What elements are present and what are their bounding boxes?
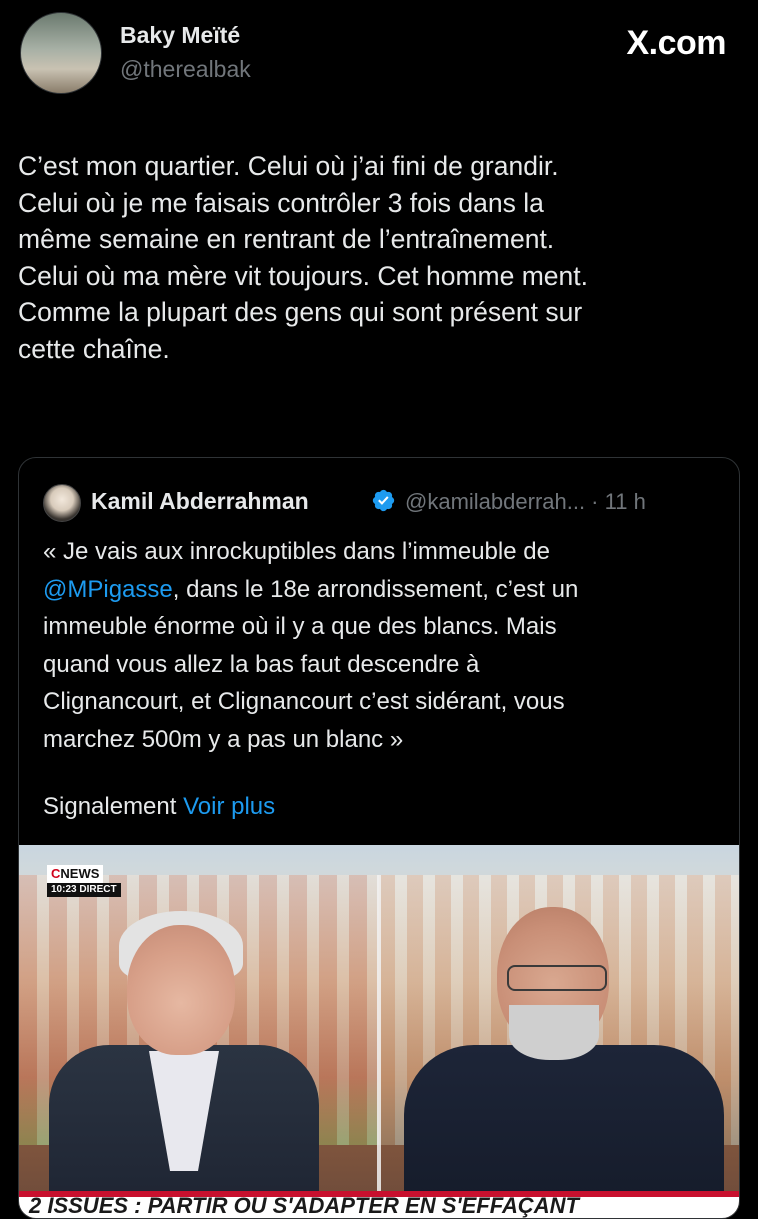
quoted-tweet-text: « Je vais aux inrockuptibles dans l’imme… bbox=[43, 533, 723, 758]
quote-line: « Je vais aux inrockuptibles dans l’imme… bbox=[43, 538, 550, 565]
tweet-line: C’est mon quartier. Celui où j’ai fini d… bbox=[18, 151, 559, 181]
author-avatar[interactable] bbox=[20, 12, 102, 94]
person-right-beard bbox=[509, 1005, 599, 1060]
tweet-line: cette chaîne. bbox=[18, 333, 170, 364]
tweet-line: Celui où je me faisais contrôler 3 fois … bbox=[18, 187, 544, 218]
split-divider bbox=[377, 875, 381, 1218]
video-thumbnail[interactable]: CNEWS 10:23 DIRECT 2 ISSUES : PARTIR OU … bbox=[19, 845, 739, 1218]
quote-line: Clignancourt, et Clignancourt c’est sidé… bbox=[43, 688, 565, 715]
verified-badge-icon bbox=[372, 489, 395, 512]
quoted-author-name[interactable]: Kamil Abderrahman bbox=[91, 488, 309, 515]
mention-suffix: , bbox=[172, 575, 187, 603]
x-logo: X.com bbox=[626, 24, 726, 62]
cnews-logo-text: NEWS bbox=[60, 866, 100, 881]
quote-line: quand vous allez la bas faut descendre à bbox=[43, 650, 480, 678]
tweet-line: Celui où ma mère vit toujours. Cet homme… bbox=[18, 260, 588, 291]
cnews-logo: CNEWS bbox=[47, 865, 104, 883]
quote-line: marchez 500m y a pas un blanc » bbox=[43, 725, 404, 753]
banner-text: 2 ISSUES : PARTIR OU S'ADAPTER EN S'EFFA… bbox=[29, 1193, 579, 1218]
tweet-line: Comme la plupart des gens qui sont prése… bbox=[18, 297, 583, 327]
tweet-text: C’est mon quartier. Celui où j’ai fini d… bbox=[18, 148, 738, 367]
quote-line-with-mention: @MPigasse, dans le 18e arrondissement, c… bbox=[43, 571, 723, 609]
lower-third-banner: 2 ISSUES : PARTIR OU S'ADAPTER EN S'EFFA… bbox=[19, 1193, 739, 1218]
author-handle[interactable]: @therealbak bbox=[120, 56, 251, 83]
cnews-logo-c: C bbox=[51, 866, 61, 881]
mention-link[interactable]: @MPigasse bbox=[43, 576, 173, 603]
tweet-line: même semaine en rentrant de l’entraîneme… bbox=[18, 224, 555, 254]
person-left-face bbox=[127, 925, 235, 1055]
voir-plus-link[interactable]: Voir plus bbox=[183, 793, 275, 820]
quoted-author-handle[interactable]: @kamilabderrah... · 11 h bbox=[405, 489, 646, 515]
quoted-tweet-footer: Signalement Voir plus bbox=[43, 793, 275, 821]
live-time-badge: 10:23 DIRECT bbox=[47, 883, 121, 897]
quoted-tweet[interactable]: Kamil Abderrahman @kamilabderrah... · 11… bbox=[18, 457, 740, 1219]
quote-line: dans le 18e arrondissement, c’est un bbox=[186, 575, 579, 603]
quoted-author-avatar[interactable] bbox=[43, 484, 81, 522]
tweet-header: Baky Meïté @therealbak X.com bbox=[0, 0, 758, 110]
author-display-name[interactable]: Baky Meïté bbox=[120, 22, 240, 49]
glasses bbox=[507, 965, 607, 991]
quote-line: immeuble énorme où il y a que des blancs… bbox=[43, 613, 557, 640]
signalement-label: Signalement bbox=[43, 793, 177, 820]
